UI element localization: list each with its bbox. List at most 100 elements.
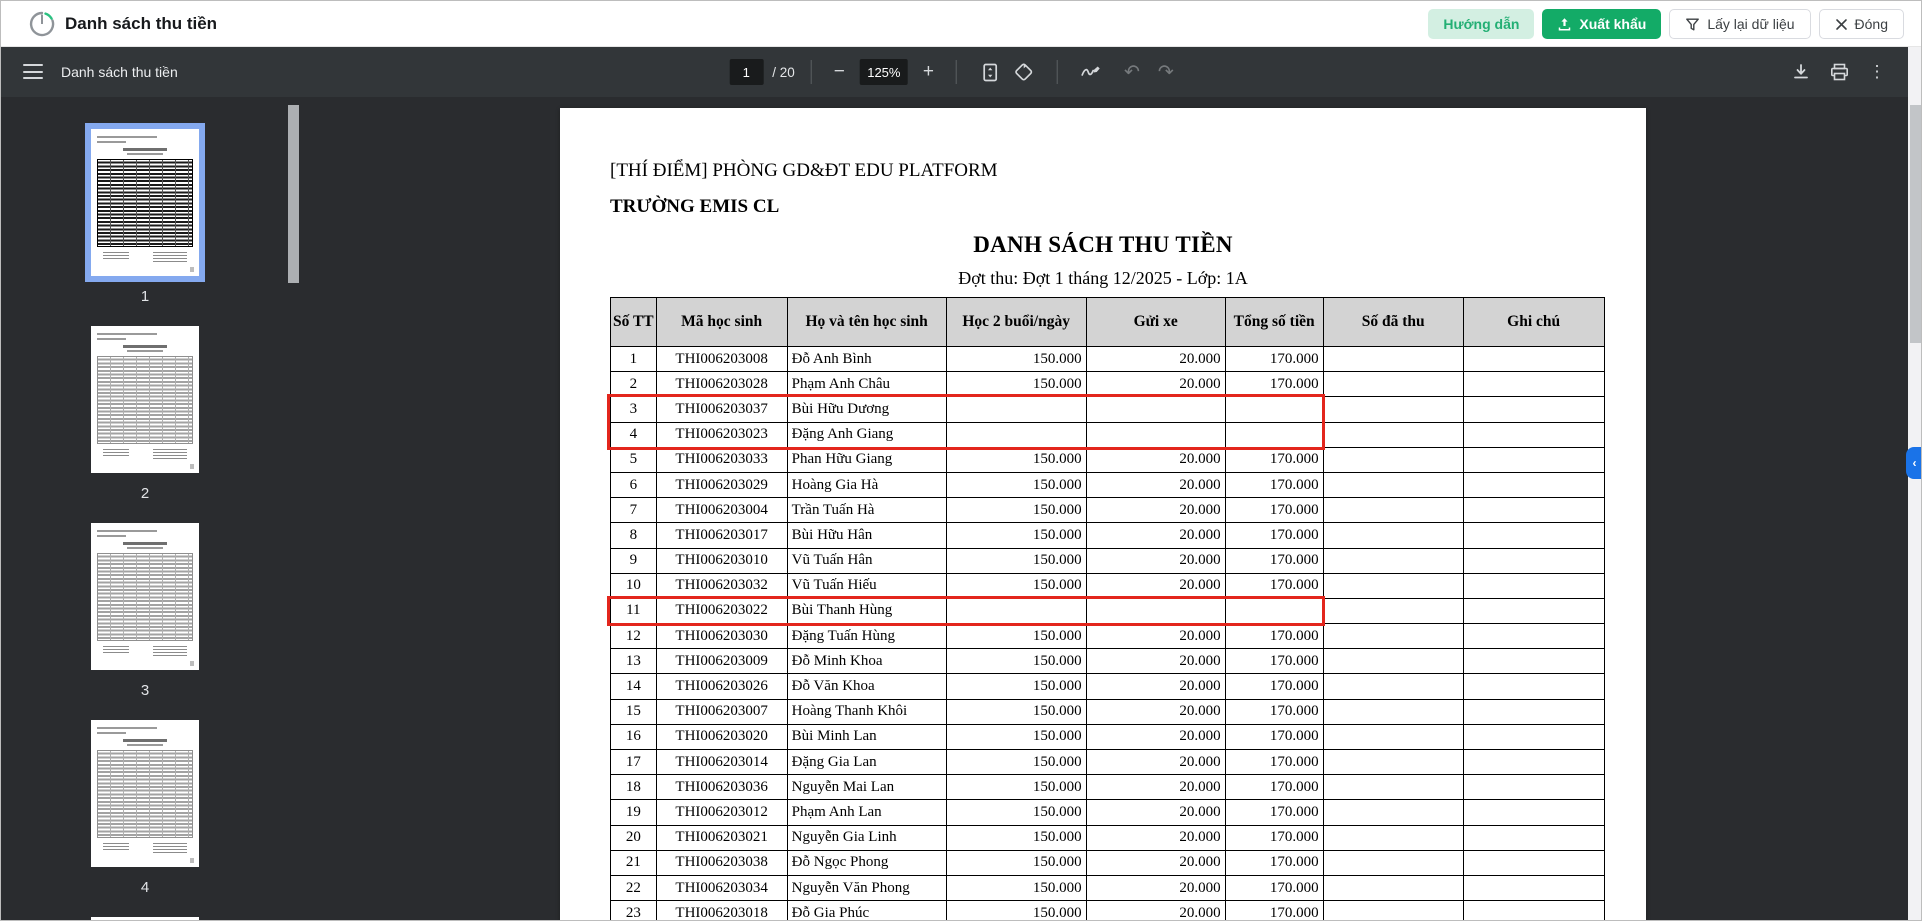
table-cell: 20.000 (1086, 850, 1225, 875)
table-cell (1463, 573, 1604, 598)
table-cell (1463, 724, 1604, 749)
table-cell: THI006203029 (656, 472, 787, 497)
fit-to-page-button[interactable] (973, 55, 1007, 89)
table-cell: 15 (611, 699, 657, 724)
redo-button[interactable]: ↷ (1152, 61, 1180, 84)
zoom-level-value[interactable]: 125% (860, 59, 908, 85)
table-cell (1323, 800, 1463, 825)
guide-button-label: Hướng dẫn (1443, 16, 1519, 32)
table-cell: Vũ Tuấn Hiếu (787, 573, 946, 598)
table-cell: 170.000 (1225, 800, 1323, 825)
table-cell: 20.000 (1086, 523, 1225, 548)
page-thumbnail[interactable] (91, 917, 199, 921)
table-cell: 170.000 (1225, 649, 1323, 674)
filter-icon (1685, 17, 1700, 32)
page-thumbnail[interactable] (91, 523, 199, 670)
viewer-scrollbar-thumb[interactable] (1910, 105, 1921, 343)
table-row: 8THI006203017Bùi Hữu Hân150.00020.000170… (611, 523, 1605, 548)
column-header: Học 2 buổi/ngày (946, 298, 1086, 347)
table-row: 20THI006203021Nguyễn Gia Linh150.00020.0… (611, 825, 1605, 850)
column-header: Họ và tên học sinh (787, 298, 946, 347)
undo-button[interactable]: ↶ (1118, 61, 1146, 84)
table-cell (1086, 598, 1225, 623)
rotate-button[interactable] (1007, 55, 1041, 89)
table-cell: 170.000 (1225, 674, 1323, 699)
guide-button[interactable]: Hướng dẫn (1428, 9, 1534, 39)
table-cell: 150.000 (946, 347, 1086, 372)
zoom-in-button[interactable]: + (917, 61, 940, 83)
table-cell (1463, 649, 1604, 674)
more-options-icon[interactable]: ⋮ (1860, 55, 1894, 89)
export-button[interactable]: Xuất khẩu (1542, 9, 1661, 39)
reload-data-button[interactable]: Lấy lại dữ liệu (1669, 9, 1810, 39)
table-row: 22THI006203034Nguyễn Văn Phong150.00020.… (611, 875, 1605, 900)
table-cell: 4 (611, 422, 657, 447)
table-cell: Trần Tuấn Hà (787, 498, 946, 523)
toolbar-divider (1057, 60, 1058, 84)
sidebar-scrollbar[interactable] (288, 105, 299, 283)
collection-table-wrap: Số TTMã học sinhHọ và tên học sinhHọc 2 … (610, 297, 1605, 921)
document-subtitle: Đợt thu: Đợt 1 tháng 12/2025 - Lớp: 1A (560, 268, 1646, 289)
page-thumbnail[interactable] (91, 129, 199, 276)
pdf-toolbar-center: / 20 − 125% + ↶ ↷ (729, 47, 1180, 97)
zoom-out-button[interactable]: − (828, 61, 851, 83)
table-cell: THI006203012 (656, 800, 787, 825)
download-icon[interactable] (1784, 55, 1818, 89)
table-cell: 22 (611, 875, 657, 900)
table-cell: THI006203009 (656, 649, 787, 674)
thumbnail-page-number: 2 (85, 485, 205, 502)
table-cell: Bùi Thanh Hùng (787, 598, 946, 623)
document-title: DANH SÁCH THU TIỀN (560, 232, 1646, 258)
table-cell: 3 (611, 397, 657, 422)
table-cell: 20.000 (1086, 800, 1225, 825)
page-thumbnail[interactable] (91, 326, 199, 473)
page-title: Danh sách thu tiền (65, 1, 217, 47)
table-cell (1463, 875, 1604, 900)
table-cell: THI006203038 (656, 850, 787, 875)
table-cell (1225, 422, 1323, 447)
menu-icon[interactable] (23, 64, 43, 79)
table-cell (1323, 548, 1463, 573)
table-cell: Đỗ Ngọc Phong (787, 850, 946, 875)
collapse-panel-tab[interactable]: ‹ (1906, 447, 1922, 479)
table-cell (1463, 548, 1604, 573)
table-cell: 150.000 (946, 548, 1086, 573)
table-cell: 150.000 (946, 472, 1086, 497)
column-header: Gửi xe (1086, 298, 1225, 347)
table-cell: THI006203004 (656, 498, 787, 523)
table-row: 7THI006203004Trần Tuấn Hà150.00020.00017… (611, 498, 1605, 523)
table-cell: 150.000 (946, 649, 1086, 674)
table-cell (1225, 598, 1323, 623)
table-row: 11THI006203022Bùi Thanh Hùng (611, 598, 1605, 623)
table-cell: 170.000 (1225, 573, 1323, 598)
table-cell: 20.000 (1086, 447, 1225, 472)
table-cell (1323, 472, 1463, 497)
column-header: Mã học sinh (656, 298, 787, 347)
table-row: 5THI006203033Phan Hữu Giang150.00020.000… (611, 447, 1605, 472)
table-cell: 20.000 (1086, 724, 1225, 749)
table-cell (1463, 498, 1604, 523)
table-cell: 20.000 (1086, 347, 1225, 372)
page-number-input[interactable] (729, 59, 763, 85)
table-cell (1323, 523, 1463, 548)
table-row: 14THI006203026Đỗ Văn Khoa150.00020.00017… (611, 674, 1605, 699)
chevron-left-icon: ‹ (1913, 456, 1917, 470)
print-icon[interactable] (1822, 55, 1856, 89)
table-cell: THI006203021 (656, 825, 787, 850)
table-cell: 150.000 (946, 775, 1086, 800)
org-line-1: [THÍ ĐIỂM] PHÒNG GD&ĐT EDU PLATFORM (610, 160, 998, 182)
table-cell (1086, 422, 1225, 447)
table-cell (1463, 674, 1604, 699)
table-cell: Bùi Hữu Hân (787, 523, 946, 548)
export-button-label: Xuất khẩu (1579, 16, 1646, 32)
table-cell: 20.000 (1086, 472, 1225, 497)
annotate-draw-button[interactable] (1074, 55, 1108, 89)
table-row: 4THI006203023Đặng Anh Giang (611, 422, 1605, 447)
table-row: 18THI006203036Nguyễn Mai Lan150.00020.00… (611, 775, 1605, 800)
viewer-scrollbar-track[interactable] (1908, 47, 1922, 921)
close-button[interactable]: Đóng (1819, 9, 1904, 39)
table-cell: 150.000 (946, 498, 1086, 523)
table-cell: THI006203028 (656, 372, 787, 397)
table-cell: 170.000 (1225, 624, 1323, 649)
page-thumbnail[interactable] (91, 720, 199, 867)
